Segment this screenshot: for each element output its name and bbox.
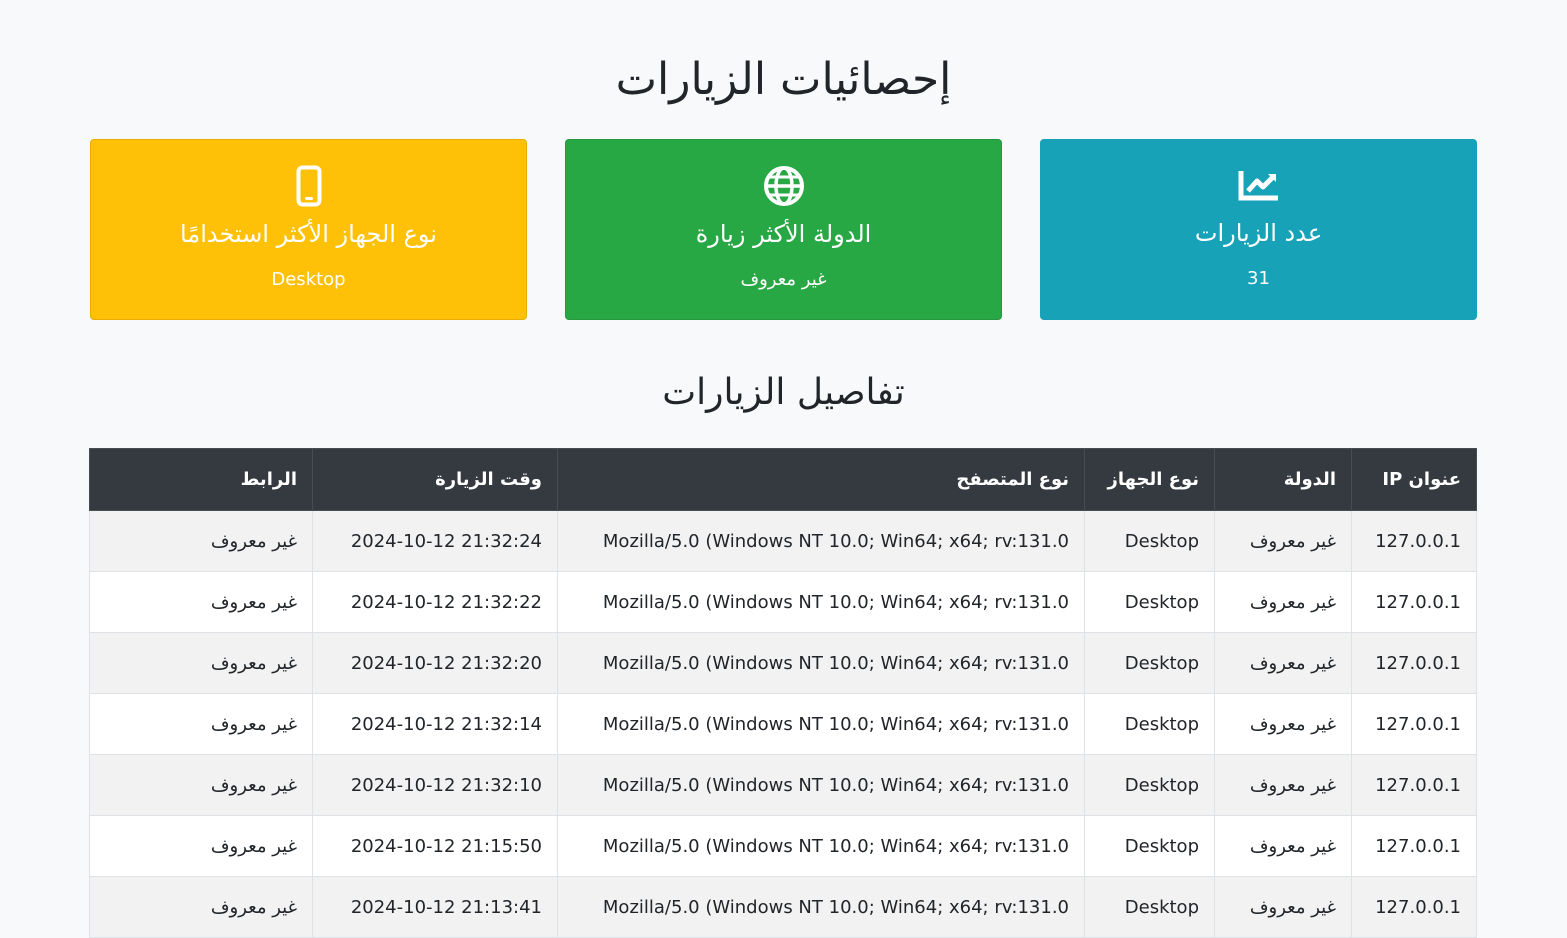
- top-device-title: نوع الجهاز الأكثر استخدامًا: [180, 220, 437, 248]
- cell-browser: Mozilla/5.0 (Windows NT 10.0; Win64; x64…: [557, 876, 1085, 938]
- cell-link: غير معروف: [89, 693, 313, 755]
- cell-link: غير معروف: [89, 571, 313, 633]
- cell-link: غير معروف: [89, 815, 313, 877]
- cell-link: غير معروف: [89, 510, 313, 572]
- cell-country: غير معروف: [1214, 754, 1352, 816]
- cell-visit-time: 2024-10-12 21:32:24: [312, 510, 558, 572]
- visits-count-title: عدد الزيارات: [1194, 219, 1323, 247]
- cell-country: غير معروف: [1214, 571, 1352, 633]
- table-row: 127.0.0.1 غير معروف Desktop Mozilla/5.0 …: [89, 815, 1477, 877]
- globe-icon: [566, 166, 1001, 206]
- column-visit-time: وقت الزيارة: [312, 448, 558, 511]
- cell-device: Desktop: [1084, 571, 1215, 633]
- table-row: 127.0.0.1 غير معروف Desktop Mozilla/5.0 …: [89, 571, 1477, 633]
- cell-visit-time: 2024-10-12 21:32:20: [312, 632, 558, 694]
- column-device: نوع الجهاز: [1084, 448, 1215, 511]
- cell-device: Desktop: [1084, 510, 1215, 572]
- cell-device: Desktop: [1084, 632, 1215, 694]
- top-country-title: الدولة الأكثر زيارة: [695, 220, 872, 248]
- cell-visit-time: 2024-10-12 21:32:22: [312, 571, 558, 633]
- cell-device: Desktop: [1084, 693, 1215, 755]
- cell-country: غير معروف: [1214, 510, 1352, 572]
- cell-country: غير معروف: [1214, 815, 1352, 877]
- column-ip: عنوان IP: [1351, 448, 1477, 511]
- cell-browser: Mozilla/5.0 (Windows NT 10.0; Win64; x64…: [557, 815, 1085, 877]
- cell-ip: 127.0.0.1: [1351, 571, 1477, 633]
- cell-country: غير معروف: [1214, 693, 1352, 755]
- cell-ip: 127.0.0.1: [1351, 754, 1477, 816]
- top-device-value: Desktop: [271, 269, 346, 290]
- stats-cards: عدد الزيارات 31 الدولة الأكثر زيارة غير …: [90, 139, 1477, 320]
- cell-browser: Mozilla/5.0 (Windows NT 10.0; Win64; x64…: [557, 693, 1085, 755]
- cell-ip: 127.0.0.1: [1351, 510, 1477, 572]
- visits-count-value: 31: [1247, 268, 1270, 289]
- cell-link: غير معروف: [89, 754, 313, 816]
- table-row: 127.0.0.1 غير معروف Desktop Mozilla/5.0 …: [89, 876, 1477, 938]
- cell-link: غير معروف: [89, 632, 313, 694]
- table-row: 127.0.0.1 غير معروف Desktop Mozilla/5.0 …: [89, 510, 1477, 572]
- statistics-page: إحصائيات الزيارات عدد الزيارات 31 الدولة…: [0, 0, 1567, 938]
- top-country-card: الدولة الأكثر زيارة غير معروف: [565, 139, 1002, 320]
- table-row: 127.0.0.1 غير معروف Desktop Mozilla/5.0 …: [89, 693, 1477, 755]
- mobile-icon: [91, 165, 526, 207]
- chart-line-icon: [1040, 165, 1477, 205]
- cell-ip: 127.0.0.1: [1351, 876, 1477, 938]
- column-country: الدولة: [1214, 448, 1352, 511]
- cell-visit-time: 2024-10-12 21:13:41: [312, 876, 558, 938]
- cell-browser: Mozilla/5.0 (Windows NT 10.0; Win64; x64…: [557, 754, 1085, 816]
- cell-ip: 127.0.0.1: [1351, 815, 1477, 877]
- column-browser: نوع المتصفح: [557, 448, 1085, 511]
- cell-browser: Mozilla/5.0 (Windows NT 10.0; Win64; x64…: [557, 571, 1085, 633]
- table-row: 127.0.0.1 غير معروف Desktop Mozilla/5.0 …: [89, 632, 1477, 694]
- cell-browser: Mozilla/5.0 (Windows NT 10.0; Win64; x64…: [557, 510, 1085, 572]
- cell-browser: Mozilla/5.0 (Windows NT 10.0; Win64; x64…: [557, 632, 1085, 694]
- cell-visit-time: 2024-10-12 21:15:50: [312, 815, 558, 877]
- visits-table: عنوان IP الدولة نوع الجهاز نوع المتصفح و…: [89, 448, 1477, 938]
- page-title: إحصائيات الزيارات: [615, 54, 952, 105]
- cell-visit-time: 2024-10-12 21:32:10: [312, 754, 558, 816]
- visits-count-card: عدد الزيارات 31: [1040, 139, 1477, 320]
- cell-device: Desktop: [1084, 876, 1215, 938]
- cell-device: Desktop: [1084, 815, 1215, 877]
- visit-details-title: تفاصيل الزيارات: [662, 372, 905, 413]
- table-header: عنوان IP الدولة نوع الجهاز نوع المتصفح و…: [89, 448, 1477, 511]
- cell-country: غير معروف: [1214, 632, 1352, 694]
- cell-device: Desktop: [1084, 754, 1215, 816]
- cell-visit-time: 2024-10-12 21:32:14: [312, 693, 558, 755]
- table-row: 127.0.0.1 غير معروف Desktop Mozilla/5.0 …: [89, 754, 1477, 816]
- cell-ip: 127.0.0.1: [1351, 693, 1477, 755]
- cell-ip: 127.0.0.1: [1351, 632, 1477, 694]
- top-country-value: غير معروف: [740, 269, 827, 290]
- top-device-card: نوع الجهاز الأكثر استخدامًا Desktop: [90, 139, 527, 320]
- cell-link: غير معروف: [89, 876, 313, 938]
- column-link: الرابط: [89, 448, 313, 511]
- table-body: 127.0.0.1 غير معروف Desktop Mozilla/5.0 …: [89, 510, 1477, 938]
- cell-country: غير معروف: [1214, 876, 1352, 938]
- visits-table-wrapper: عنوان IP الدولة نوع الجهاز نوع المتصفح و…: [89, 448, 1477, 938]
